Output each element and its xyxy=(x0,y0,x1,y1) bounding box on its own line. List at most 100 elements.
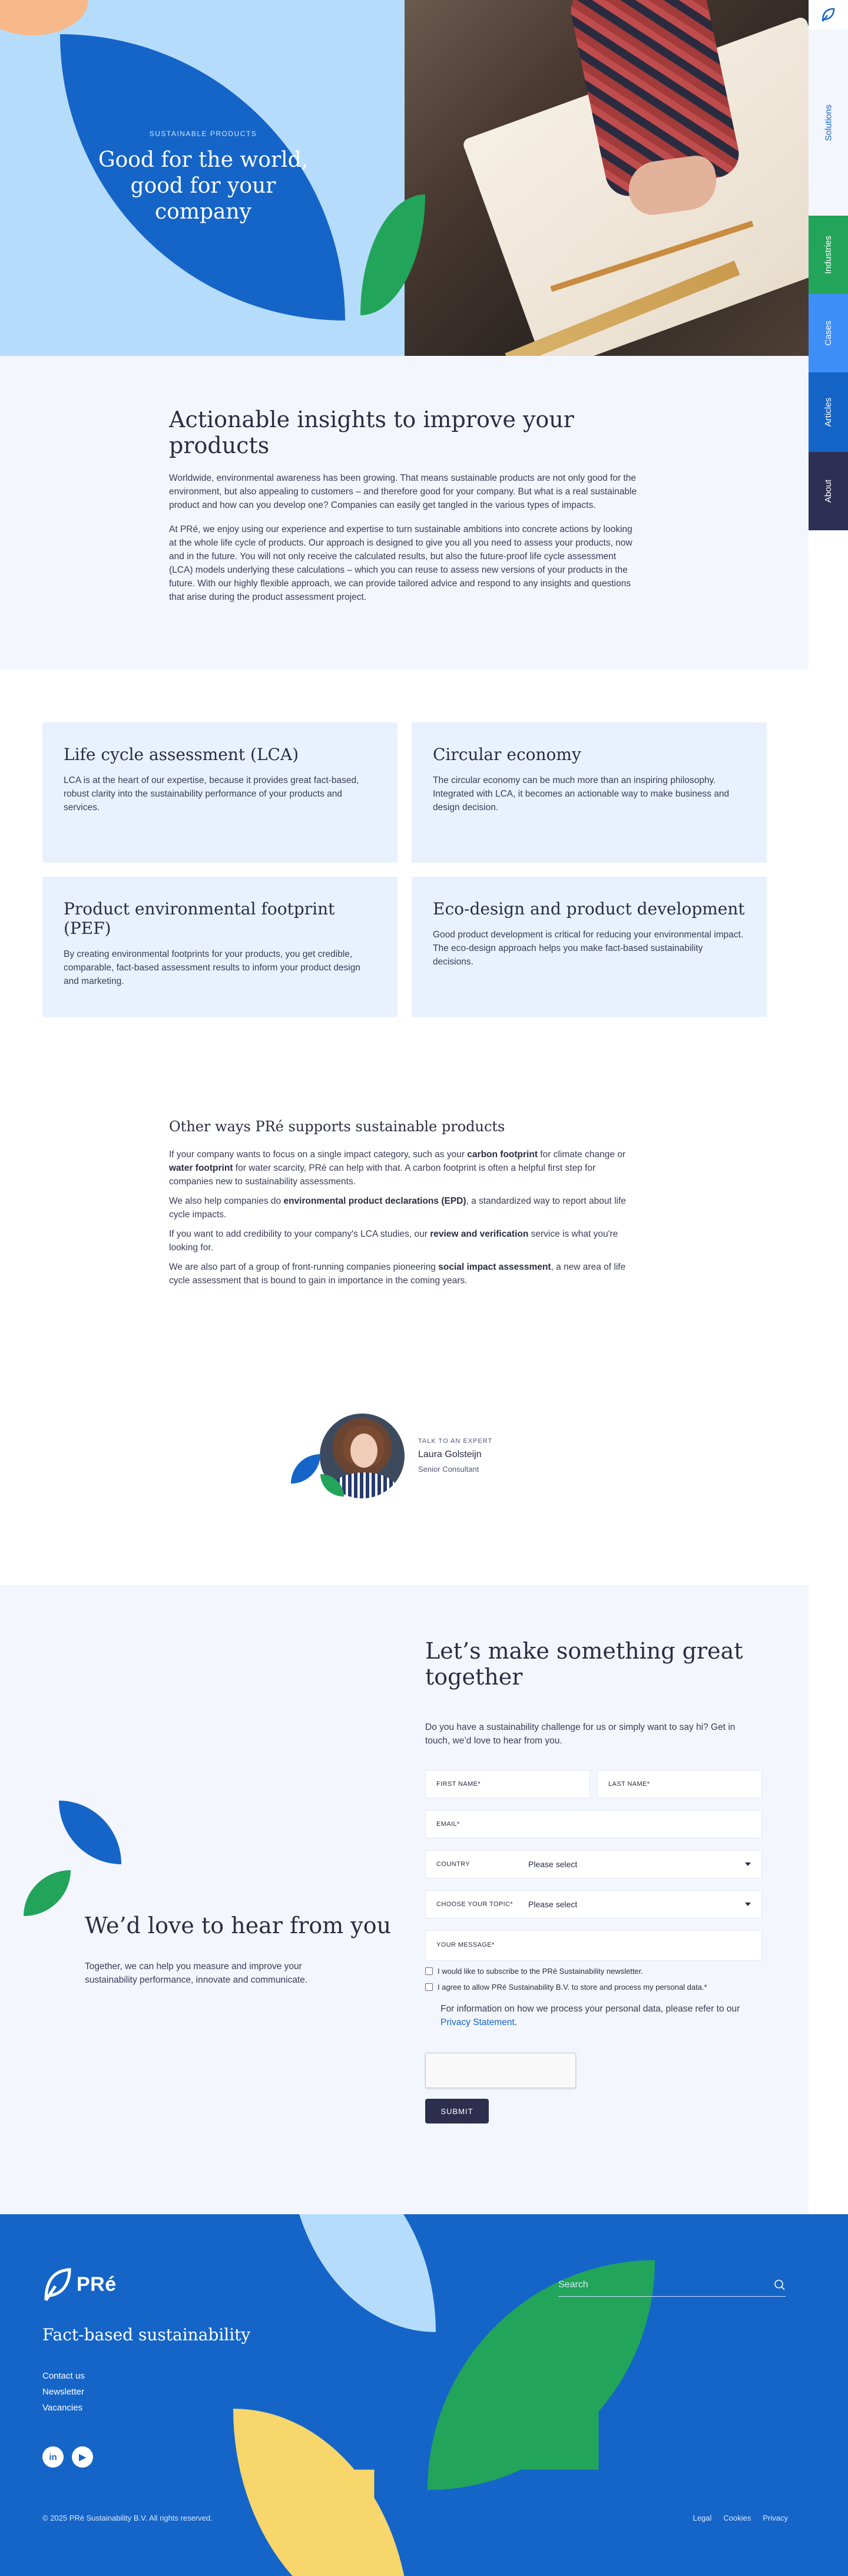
side-tab-label: Solutions xyxy=(823,104,833,141)
card-eco-design[interactable]: Eco-design and product development Good … xyxy=(412,877,767,1017)
link-carbon-footprint[interactable]: carbon footprint xyxy=(467,1150,538,1160)
link-social-impact[interactable]: social impact assessment xyxy=(438,1262,551,1272)
copyright: © 2025 PRé Sustainability B.V. All right… xyxy=(42,2514,213,2522)
card-text: LCA is at the heart of our expertise, be… xyxy=(64,775,359,813)
side-nav: Solutions Industries Cases Articles Abou… xyxy=(809,0,848,530)
country-select[interactable]: COUNTRY Please select xyxy=(425,1850,762,1878)
hero-image xyxy=(405,0,809,356)
side-tab-about[interactable]: About xyxy=(809,452,848,530)
other-paragraph: We also help companies do environmental … xyxy=(169,1196,626,1220)
expert-name: Laura Golsteijn xyxy=(418,1449,482,1459)
footer-link-newsletter[interactable]: Newsletter xyxy=(42,2387,85,2397)
search-icon[interactable] xyxy=(774,2279,786,2291)
card-text: The circular economy can be much more th… xyxy=(433,775,730,813)
social-links: in ▶ xyxy=(42,2446,93,2468)
footer-search xyxy=(558,2273,786,2297)
footer-logo-text: PRé xyxy=(77,2273,117,2296)
expert-eyebrow: TALK TO AN EXPERT xyxy=(418,1438,493,1445)
topic-value: Please select xyxy=(528,1900,578,1909)
contact-left-title: We’d love to hear from you xyxy=(85,1913,392,1938)
newsletter-checkbox[interactable] xyxy=(425,1967,433,1975)
legal-link[interactable]: Legal xyxy=(693,2514,712,2522)
side-tab-label: Articles xyxy=(823,397,833,427)
card-lca[interactable]: Life cycle assessment (LCA) LCA is at th… xyxy=(42,722,398,863)
footer-tagline: Fact-based sustainability xyxy=(42,2325,251,2344)
card-title: Life cycle assessment (LCA) xyxy=(64,745,299,764)
decorative-leaf-blue xyxy=(59,1801,121,1864)
card-pef[interactable]: Product environmental footprint (PEF) By… xyxy=(42,877,398,1017)
decorative-leaf-blue xyxy=(291,1454,320,1484)
side-tab-cases[interactable]: Cases xyxy=(809,294,848,372)
expert-block: TALK TO AN EXPERT Laura Golsteijn Senior… xyxy=(291,1412,526,1506)
other-ways-title: Other ways PRé supports sustainable prod… xyxy=(169,1118,505,1135)
hero-text: SUSTAINABLE PRODUCTS Good for the world,… xyxy=(94,130,312,225)
privacy-link[interactable]: Privacy xyxy=(763,2514,788,2522)
link-water-footprint[interactable]: water footprint xyxy=(169,1163,233,1173)
contact-lead: Do you have a sustainability challenge f… xyxy=(425,1722,736,1746)
topic-label: CHOOSE YOUR TOPIC* xyxy=(436,1901,514,1908)
card-title: Circular economy xyxy=(433,745,581,764)
linkedin-icon[interactable]: in xyxy=(42,2446,64,2468)
topic-select[interactable]: CHOOSE YOUR TOPIC* Please select xyxy=(425,1890,762,1918)
other-ways-section: Other ways PRé supports sustainable prod… xyxy=(169,1118,640,1293)
consent-checkbox-row[interactable]: I agree to allow PRé Sustainability B.V.… xyxy=(425,1983,762,1992)
intro-paragraph: Worldwide, environmental awareness has b… xyxy=(169,473,637,510)
card-text: By creating environmental footprints for… xyxy=(64,949,360,986)
intro-section: Actionable insights to improve your prod… xyxy=(0,356,809,669)
chevron-down-icon xyxy=(745,1903,751,1906)
newsletter-checkbox-row[interactable]: I would like to subscribe to the PRé Sus… xyxy=(425,1967,762,1976)
decorative-leaf-lightblue xyxy=(289,2214,436,2332)
footer-logo[interactable]: PRé xyxy=(42,2267,117,2301)
card-text: Good product development is critical for… xyxy=(433,930,744,967)
email-field[interactable]: EMAIL* xyxy=(425,1810,762,1838)
footer-links: Contact us Newsletter Vacancies xyxy=(42,2371,85,2419)
contact-title: Let’s make something great together xyxy=(425,1638,743,1690)
decorative-leaf-green xyxy=(24,1870,71,1916)
hero-eyebrow: SUSTAINABLE PRODUCTS xyxy=(149,130,257,138)
decorative-leaf-yellow xyxy=(233,2409,410,2576)
consent-label: I agree to allow PRé Sustainability B.V.… xyxy=(438,1983,707,1992)
chevron-down-icon xyxy=(745,1862,751,1866)
youtube-icon[interactable]: ▶ xyxy=(72,2446,93,2468)
link-epd[interactable]: environmental product declarations (EPD) xyxy=(283,1196,466,1206)
side-tab-solutions[interactable]: Solutions xyxy=(809,29,848,216)
footer-link-vacancies[interactable]: Vacancies xyxy=(42,2403,85,2413)
hero: SUSTAINABLE PRODUCTS Good for the world,… xyxy=(0,0,809,356)
captcha-widget[interactable] xyxy=(425,2053,576,2088)
link-review-verification[interactable]: review and verification xyxy=(430,1229,528,1239)
card-circular-economy[interactable]: Circular economy The circular economy ca… xyxy=(412,722,767,863)
privacy-statement-link[interactable]: Privacy Statement xyxy=(440,2017,515,2027)
decorative-leaf-orange xyxy=(0,0,88,35)
hero-left-panel: SUSTAINABLE PRODUCTS Good for the world,… xyxy=(0,0,405,356)
country-label: COUNTRY xyxy=(436,1861,470,1868)
first-name-field[interactable]: FIRST NAME* xyxy=(425,1770,590,1798)
submit-button[interactable]: SUBMIT xyxy=(425,2099,489,2123)
pre-logo-icon[interactable] xyxy=(809,0,848,29)
message-field[interactable]: YOUR MESSAGE* xyxy=(425,1930,762,1961)
other-paragraph: We are also part of a group of front-run… xyxy=(169,1262,626,1286)
side-tab-industries[interactable]: Industries xyxy=(809,216,848,294)
cookies-link[interactable]: Cookies xyxy=(723,2514,751,2522)
side-tab-label: About xyxy=(823,479,833,503)
card-title: Product environmental footprint (PEF) xyxy=(64,899,335,938)
newsletter-label: I would like to subscribe to the PRé Sus… xyxy=(438,1967,644,1976)
card-title: Eco-design and product development xyxy=(433,899,745,919)
pre-logo-icon xyxy=(44,2268,71,2301)
side-tab-label: Cases xyxy=(823,321,833,346)
contact-left-text: Together, we can help you measure and im… xyxy=(85,1961,308,1985)
search-input[interactable] xyxy=(558,2279,758,2290)
footer: PRé Fact-based sustainability Contact us… xyxy=(0,2214,848,2576)
hero-title: Good for the world, good for your compan… xyxy=(98,148,309,224)
expert-role: Senior Consultant xyxy=(418,1465,479,1474)
other-paragraph: If your company wants to focus on a sing… xyxy=(169,1150,626,1187)
legal-links: Legal Cookies Privacy xyxy=(693,2514,788,2522)
contact-form: Let’s make something great together Do y… xyxy=(425,1638,762,2123)
last-name-field[interactable]: LAST NAME* xyxy=(597,1770,762,1798)
side-tab-articles[interactable]: Articles xyxy=(809,372,848,452)
contact-section: We’d love to hear from you Together, we … xyxy=(0,1585,809,2214)
side-tab-label: Industries xyxy=(823,235,833,275)
country-value: Please select xyxy=(528,1860,578,1869)
footer-link-contact[interactable]: Contact us xyxy=(42,2371,85,2381)
consent-checkbox[interactable] xyxy=(425,1983,433,1991)
privacy-note: For information on how we process your p… xyxy=(440,2004,740,2027)
